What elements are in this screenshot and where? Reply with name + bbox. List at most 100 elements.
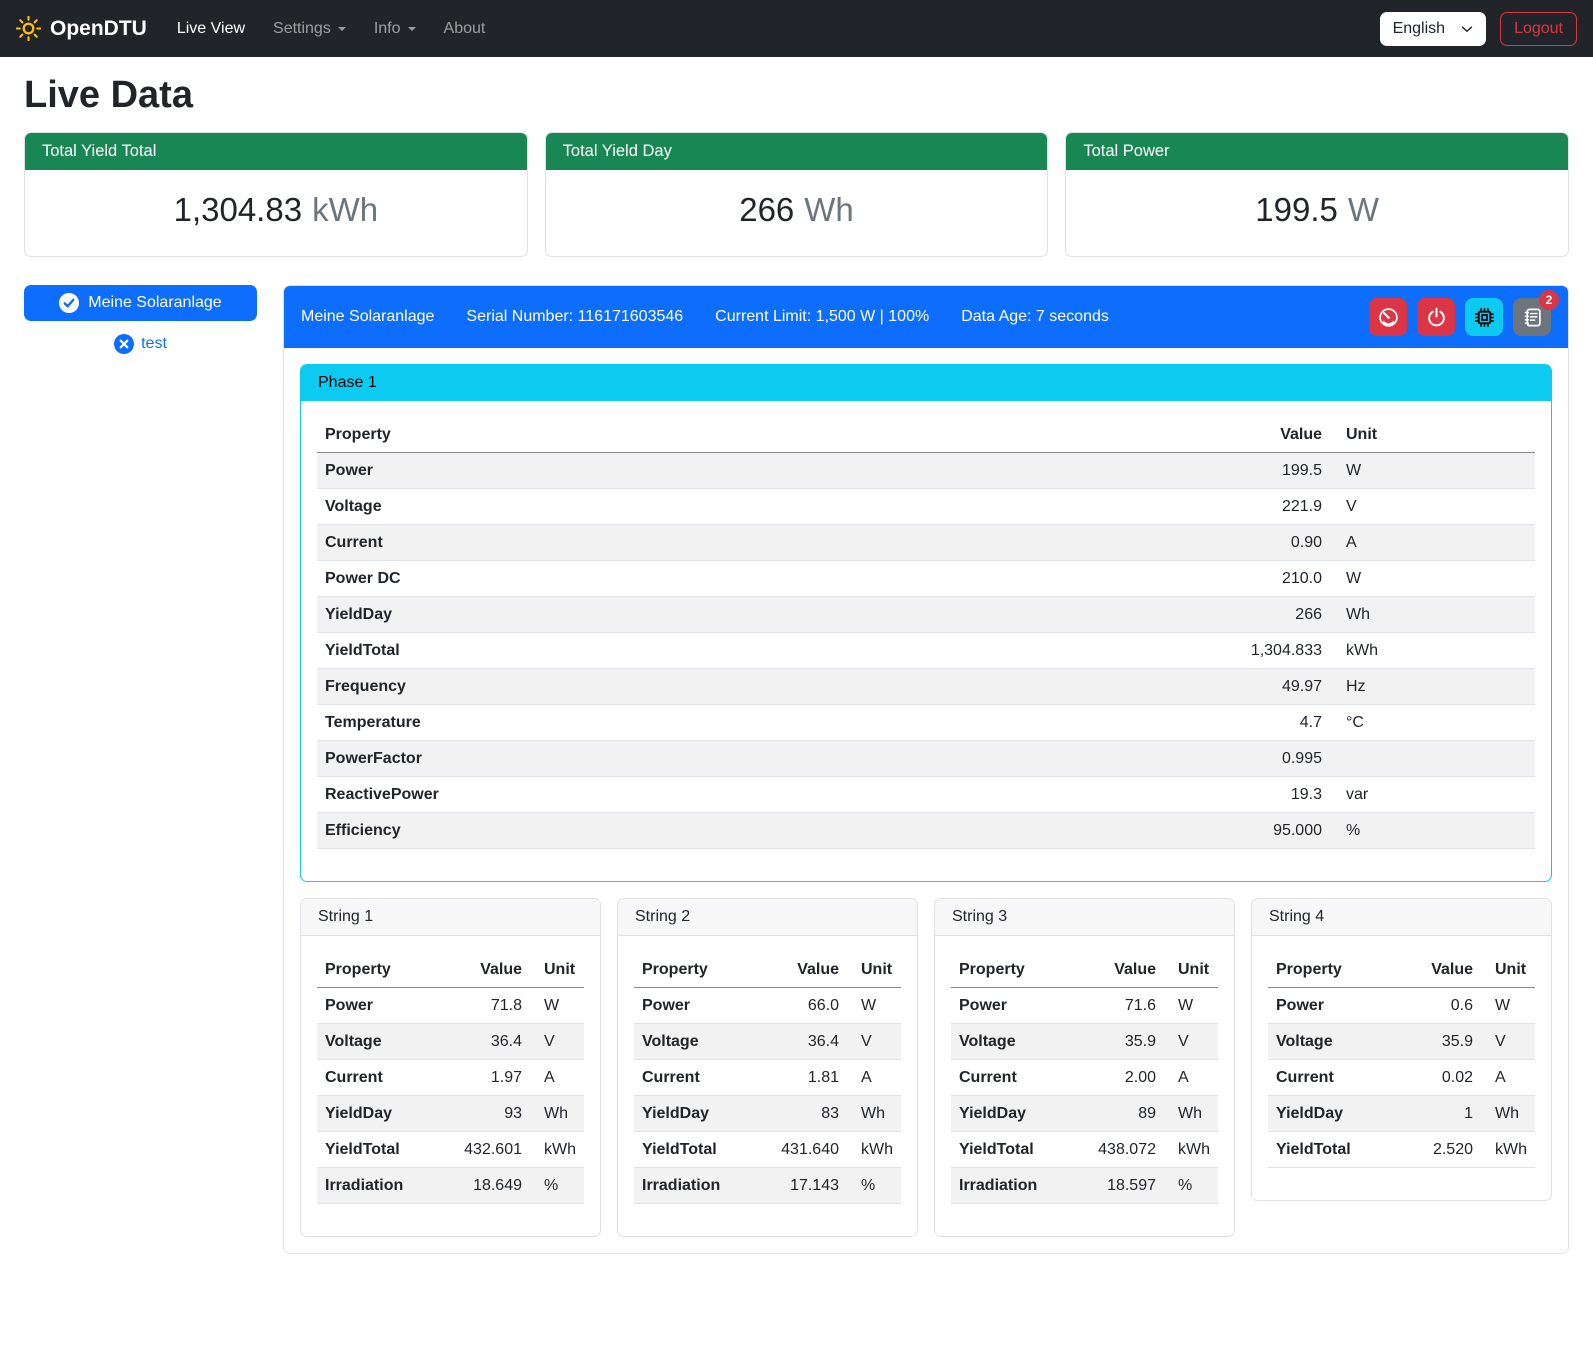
property-cell: Voltage: [951, 1024, 1070, 1060]
unit-cell: V: [1330, 489, 1535, 525]
summary-card-title: Total Power: [1066, 133, 1568, 170]
event-log-button[interactable]: 2: [1513, 298, 1551, 336]
property-cell: Current: [317, 525, 923, 561]
table-row: Efficiency95.000%: [317, 813, 1535, 849]
unit-cell: °C: [1330, 705, 1535, 741]
value-cell: 66.0: [753, 988, 847, 1024]
table-row: Voltage36.4V: [634, 1024, 901, 1060]
nav-settings[interactable]: Settings: [261, 12, 358, 46]
summary-value: 199.5: [1255, 191, 1338, 229]
limit-settings-button[interactable]: [1369, 298, 1407, 336]
value-cell: 19.3: [923, 777, 1330, 813]
unit-cell: %: [530, 1168, 584, 1204]
inverter-select-button[interactable]: Meine Solaranlage: [24, 285, 257, 321]
value-cell: 71.8: [436, 988, 530, 1024]
summary-unit: W: [1348, 191, 1379, 229]
unit-cell: V: [530, 1024, 584, 1060]
table-row: Irradiation17.143%: [634, 1168, 901, 1204]
table-row: YieldDay1Wh: [1268, 1096, 1535, 1132]
nav-settings-label: Settings: [273, 20, 331, 38]
table-row: Power71.8W: [317, 988, 584, 1024]
summary-card-yield-total: Total Yield Total 1,304.83 kWh: [24, 132, 528, 257]
nav-info-label: Info: [374, 20, 401, 38]
unit-cell: kWh: [1330, 633, 1535, 669]
value-cell: 0.6: [1398, 988, 1481, 1024]
navbar: OpenDTU Live View Settings Info About En…: [0, 0, 1593, 57]
unit-cell: A: [1330, 525, 1535, 561]
column-unit: Unit: [1481, 952, 1535, 988]
value-cell: 1: [1398, 1096, 1481, 1132]
unit-cell: Wh: [530, 1096, 584, 1132]
string-title: String 4: [1252, 899, 1551, 936]
nav-about-label: About: [444, 20, 486, 38]
inverter-link-test[interactable]: test: [24, 334, 257, 354]
value-cell: 431.640: [753, 1132, 847, 1168]
summary-card-title: Total Yield Day: [546, 133, 1048, 170]
summary-card-total-power: Total Power 199.5 W: [1065, 132, 1569, 257]
nav-live-view[interactable]: Live View: [165, 12, 257, 46]
column-value: Value: [436, 952, 530, 988]
value-cell: 1.97: [436, 1060, 530, 1096]
string-table: Property Value Unit Power71.6WVoltage35.…: [951, 952, 1218, 1204]
property-cell: Power: [951, 988, 1070, 1024]
unit-cell: %: [1164, 1168, 1218, 1204]
phase-title: Phase 1: [301, 365, 1551, 401]
unit-cell: A: [1164, 1060, 1218, 1096]
value-cell: 2.520: [1398, 1132, 1481, 1168]
unit-cell: %: [1330, 813, 1535, 849]
cpu-icon: [1474, 307, 1495, 328]
value-cell: 1.81: [753, 1060, 847, 1096]
property-cell: Power: [1268, 988, 1398, 1024]
table-row: YieldTotal2.520kWh: [1268, 1132, 1535, 1168]
table-row: YieldDay83Wh: [634, 1096, 901, 1132]
value-cell: 4.7: [923, 705, 1330, 741]
property-cell: YieldTotal: [317, 1132, 436, 1168]
journal-text-icon: [1522, 307, 1543, 328]
brand-title: OpenDTU: [50, 17, 147, 41]
inverter-header: Meine Solaranlage Serial Number: 1161716…: [284, 286, 1568, 348]
brand-logo[interactable]: OpenDTU: [16, 16, 147, 41]
power-settings-button[interactable]: [1417, 298, 1455, 336]
power-icon: [1426, 307, 1447, 328]
table-header-row: Property Value Unit: [317, 952, 584, 988]
unit-cell: kWh: [1164, 1132, 1218, 1168]
column-value: Value: [753, 952, 847, 988]
device-info-button[interactable]: [1465, 298, 1503, 336]
unit-cell: A: [1481, 1060, 1535, 1096]
column-property: Property: [317, 952, 436, 988]
table-header-row: Property Value Unit: [634, 952, 901, 988]
property-cell: YieldTotal: [951, 1132, 1070, 1168]
unit-cell: A: [847, 1060, 901, 1096]
table-row: YieldDay266Wh: [317, 597, 1535, 633]
property-cell: Irradiation: [951, 1168, 1070, 1204]
property-cell: ReactivePower: [317, 777, 923, 813]
table-row: YieldTotal1,304.833kWh: [317, 633, 1535, 669]
inverter-serial: Serial Number: 116171603546: [466, 308, 683, 326]
string-card-1: String 1 Property Value Unit: [300, 898, 601, 1237]
table-row: YieldTotal431.640kWh: [634, 1132, 901, 1168]
logout-button[interactable]: Logout: [1500, 12, 1577, 46]
summary-card-yield-day: Total Yield Day 266 Wh: [545, 132, 1049, 257]
property-cell: YieldDay: [317, 597, 923, 633]
column-property: Property: [1268, 952, 1398, 988]
table-row: Temperature4.7°C: [317, 705, 1535, 741]
unit-cell: W: [1164, 988, 1218, 1024]
language-select[interactable]: English: [1380, 12, 1486, 46]
value-cell: 0.02: [1398, 1060, 1481, 1096]
table-row: Current0.02A: [1268, 1060, 1535, 1096]
property-cell: YieldTotal: [1268, 1132, 1398, 1168]
table-row: Current0.90A: [317, 525, 1535, 561]
unit-cell: Wh: [847, 1096, 901, 1132]
unit-cell: V: [1164, 1024, 1218, 1060]
unit-cell: kWh: [1481, 1132, 1535, 1168]
value-cell: 93: [436, 1096, 530, 1132]
property-cell: YieldTotal: [317, 633, 923, 669]
table-row: Current1.81A: [634, 1060, 901, 1096]
page-content: Live Data Total Yield Total 1,304.83 kWh…: [0, 74, 1593, 1274]
event-count-badge: 2: [1539, 290, 1559, 310]
nav-about[interactable]: About: [432, 12, 498, 46]
property-cell: Current: [1268, 1060, 1398, 1096]
value-cell: 432.601: [436, 1132, 530, 1168]
nav-info[interactable]: Info: [362, 12, 428, 46]
summary-card-title: Total Yield Total: [25, 133, 527, 170]
